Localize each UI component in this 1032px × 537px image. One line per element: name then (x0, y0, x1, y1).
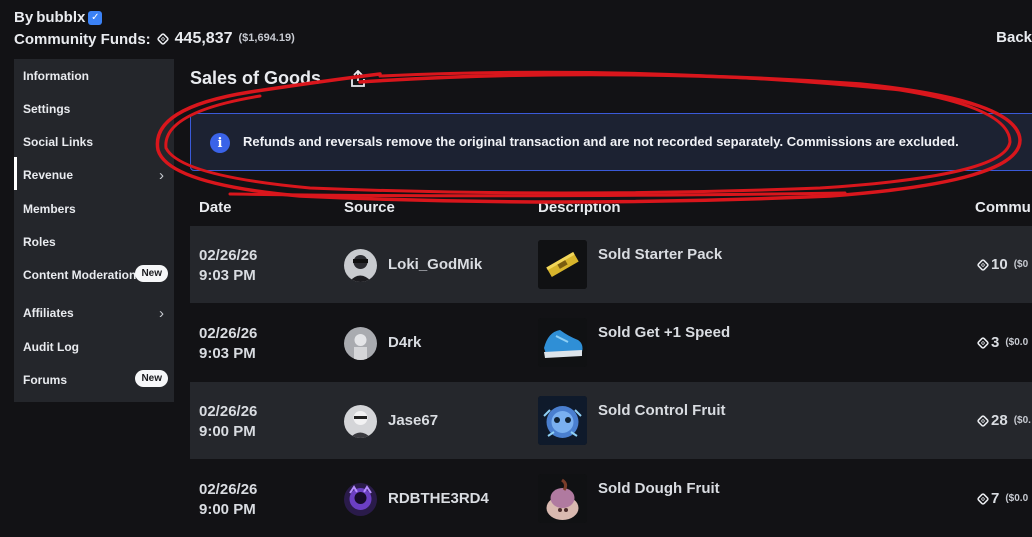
robux-icon (976, 257, 990, 272)
description-text: Sold Dough Fruit (598, 480, 720, 497)
date-cell: 02/26/26 9:03 PM (199, 247, 258, 284)
funds-amount: 445,837 (174, 30, 233, 47)
robux-icon (976, 413, 990, 428)
funds-label: Community Funds: (14, 30, 151, 48)
funds-usd: ($1,694.19) (238, 31, 295, 44)
source-name[interactable]: Jase67 (388, 412, 438, 429)
sidebar-item-label: Information (23, 69, 89, 83)
source-name[interactable]: RDBTHE3RD4 (388, 490, 489, 507)
sidebar-item-label: Roles (23, 235, 56, 249)
sidebar-item-settings[interactable]: Settings (23, 98, 174, 120)
avatar[interactable] (344, 483, 377, 516)
page-title: Sales of Goods (190, 68, 322, 88)
sidebar-item-label: Content Moderation (23, 268, 137, 282)
description-text: Sold Control Fruit (598, 402, 726, 419)
source-name[interactable]: D4rk (388, 334, 421, 351)
date-cell: 02/26/26 9:00 PM (199, 403, 258, 440)
commission-cell: 7 ($0.0 (976, 490, 1028, 507)
table-row: 02/26/26 9:00 PM RDBTHE3RD4 Sold Dough Fr… (190, 460, 1032, 537)
export-icon[interactable] (350, 70, 366, 88)
avatar[interactable] (344, 405, 377, 438)
sidebar-item-revenue[interactable]: Revenue › (23, 164, 174, 186)
sidebar-item-content-moderation[interactable]: Content Moderation New (23, 264, 174, 286)
commission-cell: 10 ($0 (976, 256, 1028, 273)
info-banner-text: Refunds and reversals remove the origina… (243, 134, 959, 149)
column-header-description[interactable]: Description (538, 199, 621, 216)
item-thumbnail (538, 318, 587, 367)
item-thumbnail (538, 396, 587, 445)
table-row: 02/26/26 9:03 PM Loki_GodMik Sold Starter… (190, 226, 1032, 303)
item-thumbnail (538, 474, 587, 523)
chevron-right-icon: › (159, 305, 164, 322)
commission-cell: 3 ($0.0 (976, 334, 1028, 351)
table-row: 02/26/26 9:03 PM D4rk Sold Get +1 Speed 3… (190, 304, 1032, 381)
sidebar-item-forums[interactable]: Forums New (23, 369, 174, 391)
sidebar-item-information[interactable]: Information (23, 65, 174, 87)
info-icon: i (210, 133, 230, 153)
sidebar-item-label: Social Links (23, 135, 94, 149)
robux-icon (976, 491, 990, 506)
description-text: Sold Starter Pack (598, 246, 723, 263)
avatar[interactable] (344, 249, 377, 282)
sidebar: Information Settings Social Links Revenu… (14, 59, 174, 402)
sidebar-item-audit-log[interactable]: Audit Log (23, 336, 174, 358)
column-header-source[interactable]: Source (344, 199, 395, 216)
info-banner: i Refunds and reversals remove the origi… (190, 113, 1032, 171)
owner-name[interactable]: bubblx (36, 9, 85, 26)
community-funds: Community Funds: 445,837 ($1,694.19) (14, 30, 295, 48)
chevron-right-icon: › (159, 167, 164, 184)
back-button[interactable]: Back (996, 29, 1032, 46)
date-cell: 02/26/26 9:03 PM (199, 325, 258, 362)
sidebar-item-label: Revenue (23, 168, 74, 182)
verified-badge-icon: ✓ (88, 10, 103, 25)
sidebar-item-label: Settings (23, 102, 71, 116)
item-thumbnail (538, 240, 587, 289)
by-prefix: By (14, 9, 34, 26)
description-text: Sold Get +1 Speed (598, 324, 731, 341)
sidebar-item-roles[interactable]: Roles (23, 231, 174, 253)
avatar[interactable] (344, 327, 377, 360)
table-row: 02/26/26 9:00 PM Jase67 Sold Control Frui… (190, 382, 1032, 459)
sidebar-item-label: Affiliates (23, 306, 74, 320)
commission-cell: 28 ($0. (976, 412, 1031, 429)
active-indicator (14, 157, 17, 190)
robux-icon (156, 32, 170, 46)
column-header-commission[interactable]: Commu (975, 199, 1031, 216)
new-badge: New (135, 265, 168, 282)
sidebar-item-label: Forums (23, 373, 68, 387)
new-badge: New (135, 370, 168, 387)
sidebar-item-members[interactable]: Members (23, 198, 174, 220)
date-cell: 02/26/26 9:00 PM (199, 481, 258, 518)
sidebar-item-affiliates[interactable]: Affiliates › (23, 302, 174, 324)
sidebar-item-label: Audit Log (23, 340, 79, 354)
source-name[interactable]: Loki_GodMik (388, 256, 482, 273)
owner-line: By bubblx ✓ (14, 9, 103, 26)
robux-icon (976, 335, 990, 350)
sidebar-item-label: Members (23, 202, 76, 216)
sidebar-item-social-links[interactable]: Social Links (23, 131, 174, 153)
column-header-date[interactable]: Date (199, 199, 232, 216)
